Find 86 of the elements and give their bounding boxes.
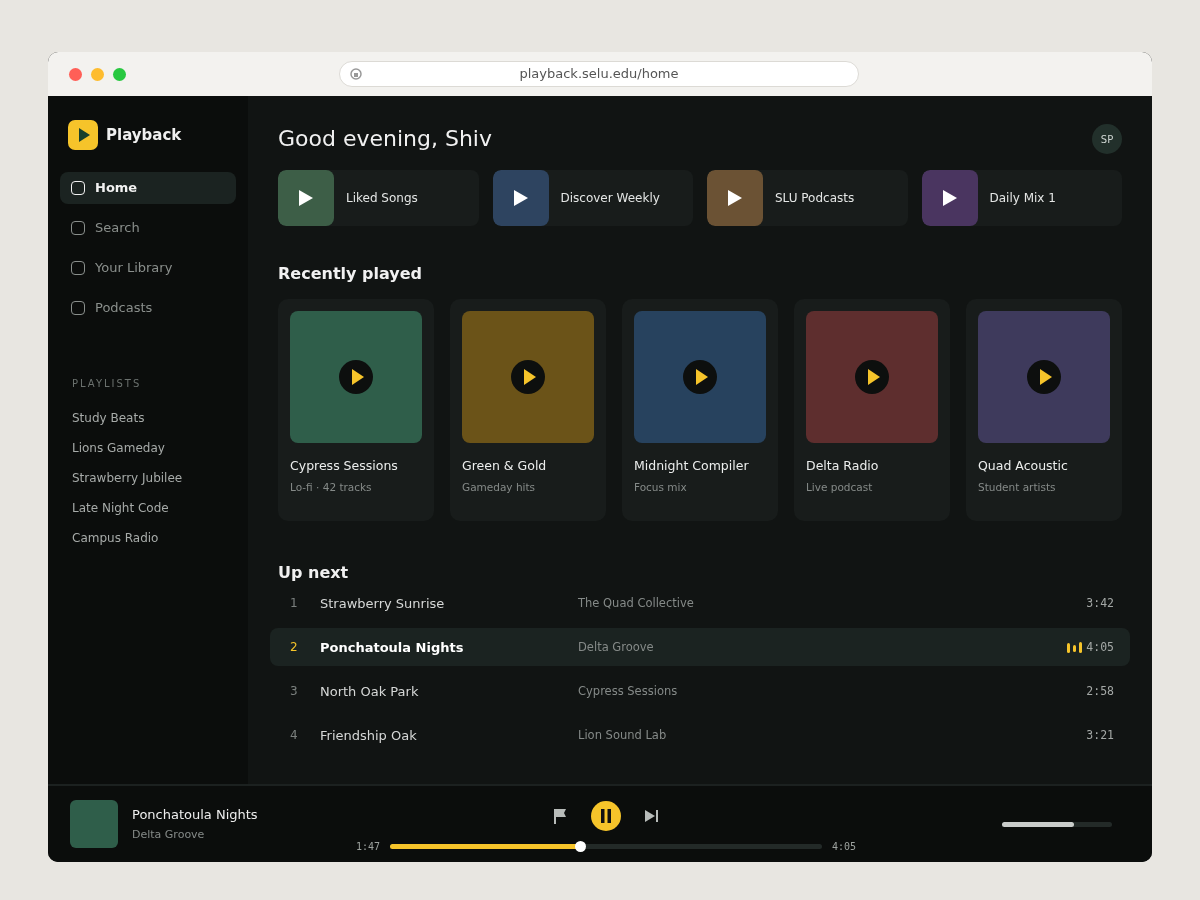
play-button[interactable] <box>339 360 373 395</box>
track-artist: Delta Groove <box>578 638 655 656</box>
track-title: Strawberry Sunrise <box>320 594 446 613</box>
section-heading: Recently played <box>278 264 423 284</box>
quick-pick-label: SLU Podcasts <box>775 190 855 207</box>
album-subtitle: Focus mix <box>634 479 688 495</box>
avatar[interactable]: SP <box>1092 124 1122 154</box>
quick-pick-label: Liked Songs <box>346 190 418 207</box>
url-text: playback.selu.edu/home <box>518 65 680 84</box>
section-heading: Up next <box>278 563 350 583</box>
quick-pick-card[interactable]: Liked Songs <box>278 170 479 226</box>
play-button[interactable] <box>855 360 889 395</box>
album-card[interactable]: Midnight Compiler Focus mix <box>622 299 778 522</box>
playlist-link[interactable]: Strawberry Jubilee <box>60 463 236 493</box>
track-row[interactable]: 1 Strawberry Sunrise The Quad Collective 3:42 <box>270 584 1130 623</box>
album-card[interactable]: Delta Radio Live podcast <box>794 299 950 522</box>
album-subtitle: Gameday hits <box>462 479 537 495</box>
album-subtitle: Lo-fi · 42 tracks <box>290 479 373 495</box>
now-playing-cover <box>70 800 118 848</box>
track-number: 3 <box>290 683 299 701</box>
lock-icon <box>350 68 362 80</box>
now-playing-title: Ponchatoula Nights <box>132 805 258 824</box>
album-card[interactable]: Green & Gold Gameday hits <box>450 299 606 522</box>
quick-pick-card[interactable]: SLU Podcasts <box>707 170 908 226</box>
track-duration: 3:21 <box>1086 726 1114 744</box>
logo-icon <box>68 120 98 150</box>
nav-item[interactable]: Home <box>60 172 236 204</box>
album-title: Delta Radio <box>806 457 880 476</box>
pause-icon <box>601 808 611 823</box>
address-bar[interactable]: playback.selu.edu/home <box>339 61 859 87</box>
track-row[interactable]: 2 Ponchatoula Nights Delta Groove 4:05 <box>270 628 1130 667</box>
nav-item[interactable]: Your Library <box>60 252 236 284</box>
album-title: Green & Gold <box>462 457 548 476</box>
play-button[interactable] <box>511 360 545 395</box>
track-title: Friendship Oak <box>320 726 418 745</box>
album-subtitle: Live podcast <box>806 479 874 495</box>
playlist-link[interactable]: Campus Radio <box>60 523 236 553</box>
total-time: 4:05 <box>831 839 856 854</box>
volume-slider[interactable] <box>1002 821 1112 827</box>
track-number: 4 <box>290 727 299 745</box>
play-icon <box>940 188 959 208</box>
track-duration: 2:58 <box>1086 682 1114 700</box>
album-card[interactable]: Cypress Sessions Lo-fi · 42 tracks <box>278 299 434 522</box>
nav-item[interactable]: Search <box>60 212 236 244</box>
quick-pick-card[interactable]: Discover Weekly <box>492 170 693 226</box>
quick-pick-label: Daily Mix 1 <box>989 190 1056 207</box>
now-playing-artist: Delta Groove <box>132 827 206 843</box>
window-control-button[interactable] <box>69 67 82 81</box>
flag-icon <box>553 807 567 824</box>
track-title: North Oak Park <box>320 682 420 701</box>
album-title: Quad Acoustic <box>978 457 1069 476</box>
track-artist: Cypress Sessions <box>578 682 679 700</box>
progress-handle[interactable] <box>575 840 587 852</box>
album-title: Midnight Compiler <box>634 457 750 476</box>
quick-pick-card[interactable]: Daily Mix 1 <box>921 170 1122 226</box>
playlist-link[interactable]: Study Beats <box>60 403 236 433</box>
track-duration: 3:42 <box>1086 594 1114 612</box>
previous-button[interactable] <box>553 807 567 824</box>
playlist-link[interactable]: Lions Gameday <box>60 433 236 463</box>
album-subtitle: Student artists <box>978 479 1057 495</box>
playlist-link[interactable]: Late Night Code <box>60 493 236 523</box>
elapsed-time: 1:47 <box>356 839 381 854</box>
section-heading: PLAYLISTS <box>72 377 143 391</box>
next-button[interactable] <box>645 808 659 823</box>
album-card[interactable]: Quad Acoustic Student artists <box>966 299 1122 522</box>
track-artist: The Quad Collective <box>578 594 695 612</box>
track-artist: Lion Sound Lab <box>578 726 668 744</box>
album-title: Cypress Sessions <box>290 457 399 476</box>
quick-pick-label: Discover Weekly <box>560 190 660 207</box>
track-number: 2 <box>290 639 299 657</box>
nav-item[interactable]: Podcasts <box>60 292 236 324</box>
play-icon <box>297 188 315 208</box>
equalizer-icon <box>1067 641 1083 653</box>
play-icon <box>511 188 530 208</box>
track-row[interactable]: 4 Friendship Oak Lion Sound Lab 3:21 <box>270 716 1130 755</box>
greeting-heading: Good evening, Shiv <box>278 125 492 153</box>
play-button[interactable] <box>1027 360 1061 395</box>
play-button[interactable] <box>683 360 717 395</box>
play-icon <box>726 188 744 208</box>
app-logo-text: Playback <box>106 124 182 146</box>
track-title: Ponchatoula Nights <box>320 638 465 657</box>
track-duration: 4:05 <box>1086 638 1114 656</box>
track-row[interactable]: 3 North Oak Park Cypress Sessions 2:58 <box>270 672 1130 711</box>
skip-next-icon <box>645 808 659 823</box>
pause-button[interactable] <box>591 800 621 831</box>
track-number: 1 <box>290 595 299 613</box>
